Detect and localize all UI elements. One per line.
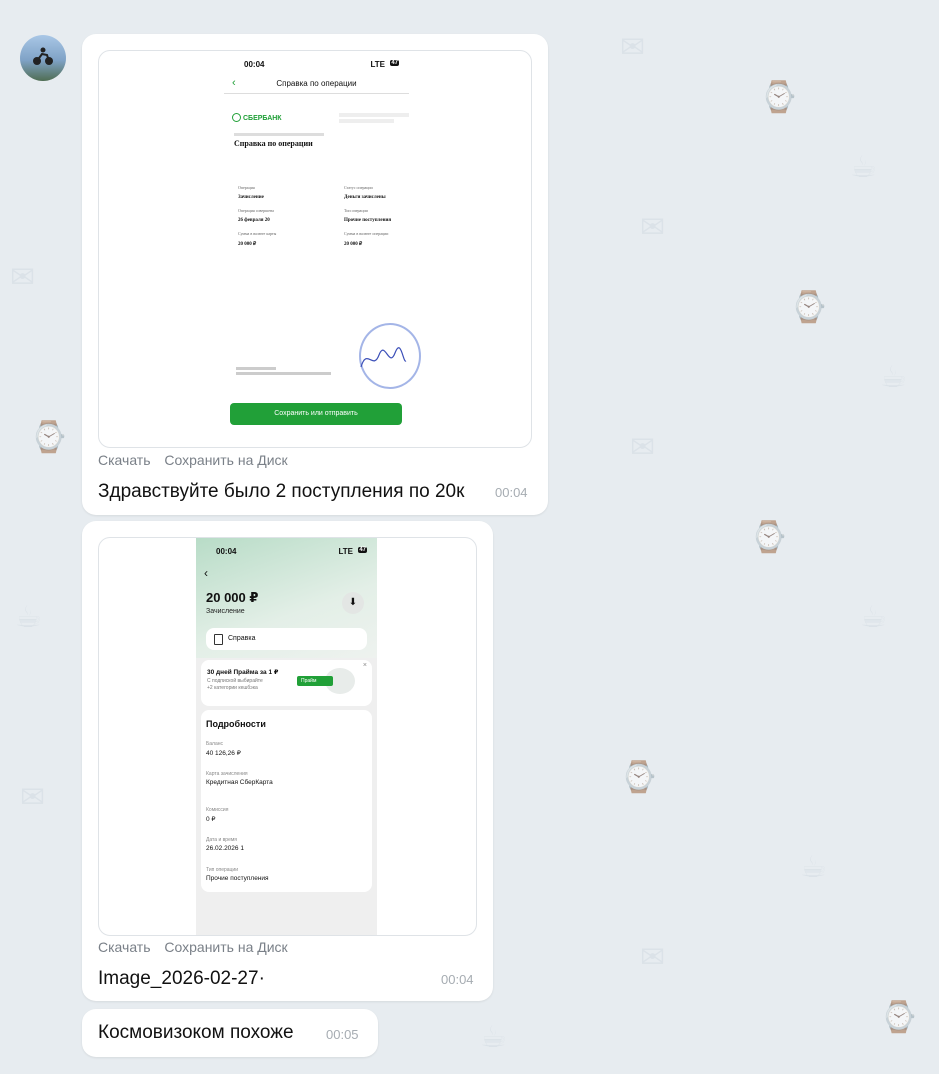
receipt-button: Справка (206, 628, 367, 650)
battery-icon: 47 (358, 547, 367, 553)
transaction-type: Зачисление (206, 608, 245, 615)
file-name: Image_2026-02-27· (98, 968, 265, 989)
message-bubble-1: 00:04 LTE 47 ‹ Справка по операции СБЕРБ… (82, 34, 548, 515)
detail-label: Баланс (206, 741, 224, 747)
promo-line: +2 категории кешбэка (207, 685, 258, 691)
details-title: Подробности (206, 719, 266, 729)
signer-name (236, 367, 276, 370)
status-network: LTE (338, 547, 353, 556)
back-arrow-icon: ‹ (204, 566, 208, 580)
detail-label: Тип операции (206, 867, 239, 873)
message-bubble-2: 00:04 LTE 47 ‹ 20 000 ₽ Зачисление ⬇ Спр… (82, 521, 493, 1001)
signature (360, 347, 407, 368)
field-value: Прочие поступления (344, 218, 392, 223)
phone-status-bar: 00:04 LTE 47 (244, 60, 399, 72)
message-bubble-3: Космовизоком похоже 00:05 (82, 1009, 378, 1057)
detail-value: Прочие поступления (206, 875, 269, 882)
status-network: LTE (370, 60, 385, 69)
save-or-send-button: Сохранить или отправить (230, 403, 402, 425)
sberbank-logo: СБЕРБАНК (232, 113, 282, 122)
attachment-actions: Скачать Сохранить на Диск (98, 939, 298, 955)
receipt-label: Справка (228, 635, 256, 642)
payment-screenshot[interactable]: 00:04 LTE 47 ‹ 20 000 ₽ Зачисление ⬇ Спр… (98, 537, 477, 936)
promo-banner: 30 дней Прайма за 1 ₽ С подпиской выбира… (201, 660, 372, 706)
document-icon (214, 634, 223, 645)
transaction-amount: 20 000 ₽ (206, 590, 259, 605)
message-time: 00:05 (326, 1027, 359, 1042)
promo-line: С подпиской выбирайте (207, 678, 263, 684)
download-link[interactable]: Скачать (98, 452, 151, 468)
field-value: Зачисление (238, 195, 264, 200)
field-value: Деньги зачислены (344, 195, 386, 200)
sender-avatar[interactable] (20, 35, 66, 81)
sber-app-screen: 00:04 LTE 47 ‹ 20 000 ₽ Зачисление ⬇ Спр… (196, 538, 377, 935)
field-value: 20 000 ₽ (238, 242, 257, 247)
document-screen-title: Справка по операции (276, 79, 357, 88)
detail-label: Комиссия (206, 807, 229, 813)
save-to-disk-link[interactable]: Сохранить на Диск (164, 452, 287, 468)
field-label: Статус операции (344, 185, 373, 190)
phone-status-bar: 00:04 LTE 47 (216, 547, 367, 556)
battery-icon: 47 (390, 60, 399, 66)
prime-badge: Прайм (297, 676, 333, 686)
sber-logo-icon (232, 113, 241, 122)
doc-date-line (234, 133, 324, 136)
detail-value: 40 126,26 ₽ (206, 750, 241, 757)
detail-value: Кредитная СберКарта (206, 779, 273, 786)
promo-title: 30 дней Прайма за 1 ₽ (207, 669, 279, 676)
field-label: Операция совершена (238, 208, 274, 213)
message-time: 00:04 (441, 972, 474, 987)
message-time: 00:04 (495, 485, 528, 500)
sber-document: 00:04 LTE 47 ‹ Справка по операции СБЕРБ… (224, 51, 421, 445)
doc-field: Операция Зачисление (238, 185, 264, 200)
document-screenshot[interactable]: 00:04 LTE 47 ‹ Справка по операции СБЕРБ… (98, 50, 532, 448)
detail-value: 26.02.2026 1 (206, 845, 244, 852)
document-heading: Справка по операции (234, 139, 313, 148)
doc-field: Сумма в валюте операции 20 000 ₽ (344, 231, 388, 247)
field-label: Тип операции (344, 208, 368, 213)
motorcycle-icon (33, 47, 53, 65)
details-card: Подробности Баланс 40 126,26 ₽ Карта зач… (201, 710, 372, 892)
download-link[interactable]: Скачать (98, 939, 151, 955)
promo-text: С подпиской выбирайте +2 категории кешбэк… (207, 678, 263, 692)
attachment-actions: Скачать Сохранить на Диск (98, 452, 298, 468)
close-icon: × (362, 662, 367, 669)
detail-label: Дата и время (206, 837, 238, 843)
field-value: 20 000 ₽ (344, 242, 363, 247)
doc-field: Тип операции Прочие поступления (344, 208, 391, 223)
doc-field: Сумма в валюте карты 20 000 ₽ (238, 231, 276, 247)
download-icon: ⬇ (342, 592, 364, 614)
save-to-disk-link[interactable]: Сохранить на Диск (164, 939, 287, 955)
status-time: 00:04 (244, 60, 265, 69)
doc-field: Операция совершена 26 февраля 20 (238, 208, 274, 223)
detail-label: Карта зачисления (206, 771, 248, 777)
field-label: Операция (238, 185, 255, 190)
bank-name: СБЕРБАНК (243, 115, 282, 122)
signer-position (236, 372, 331, 375)
field-label: Сумма в валюте операции (344, 231, 389, 236)
doc-field: Статус операции Деньги зачислены (344, 185, 386, 200)
title-divider (224, 93, 409, 94)
status-time: 00:04 (216, 547, 237, 556)
field-value: 26 февраля 20 (238, 218, 270, 223)
bank-address (339, 113, 409, 117)
message-text: Космовизоком похоже (98, 1022, 294, 1043)
field-label: Сумма в валюте карты (238, 231, 277, 236)
message-text: Здравствуйте было 2 поступления по 20к (98, 481, 465, 502)
bank-contacts (339, 119, 394, 123)
detail-value: 0 ₽ (206, 816, 216, 823)
